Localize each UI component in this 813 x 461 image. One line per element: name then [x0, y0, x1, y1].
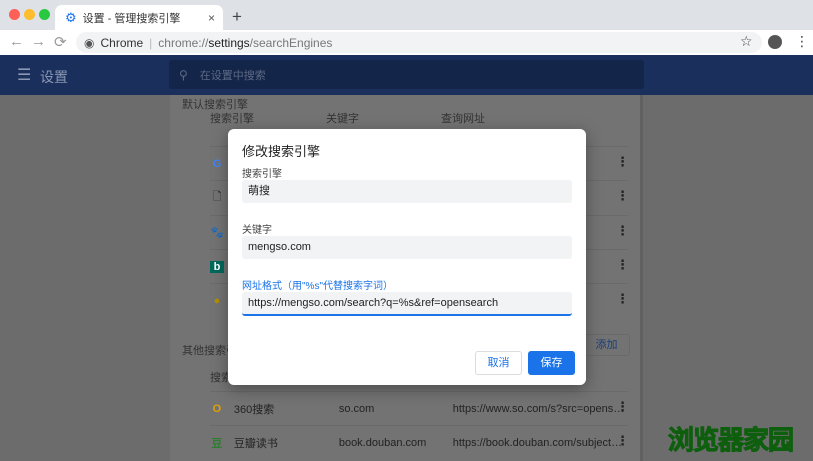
engine-icon: ● — [210, 295, 224, 307]
site-label: Chrome — [100, 36, 143, 50]
table-row[interactable]: 豆 豆瓣读书book.douban.comhttps://book.douban… — [210, 425, 628, 459]
engine-url: https://www.so.com/s?src=opensea... — [453, 403, 628, 415]
engine-name: 360搜索 — [234, 401, 339, 417]
more-actions-icon[interactable]: ⋮ — [616, 257, 629, 273]
engine-keyword: so.com — [339, 403, 453, 415]
close-window-button[interactable] — [9, 9, 20, 20]
page-icon: 🗋 — [210, 188, 224, 207]
chrome-icon: ◉ — [84, 36, 94, 50]
browser-menu-icon[interactable]: ⋮ — [795, 33, 809, 50]
save-button[interactable]: 保存 — [528, 351, 575, 375]
column-header-keyword: 关键字 — [326, 110, 441, 126]
more-actions-icon[interactable]: ⋮ — [616, 291, 629, 307]
tab-title: 设置 - 管理搜索引擎 — [83, 10, 181, 26]
watermark: 浏览器家园 — [668, 420, 793, 457]
url-input[interactable]: https://mengso.com/search?q=%s&ref=opens… — [242, 292, 572, 316]
baidu-icon: 🐾 — [210, 226, 224, 239]
cancel-button[interactable]: 取消 — [475, 351, 522, 375]
google-icon: G — [210, 158, 224, 170]
keyword-label: 关键字 — [242, 221, 272, 236]
menu-icon[interactable]: ☰ — [17, 65, 31, 85]
table-header: 搜索引擎关键字查询网址 — [210, 109, 628, 127]
search-placeholder: 在设置中搜索 — [200, 67, 266, 83]
maximize-window-button[interactable] — [39, 9, 50, 20]
column-header-engine: 搜索引擎 — [210, 110, 326, 126]
more-actions-icon[interactable]: ⋮ — [616, 223, 629, 239]
bing-icon: b — [210, 261, 224, 273]
url-text: chrome://settings/searchEngines — [158, 36, 332, 50]
address-bar[interactable]: ◉ Chrome | chrome://settings/searchEngin… — [76, 32, 762, 53]
360-icon: O — [210, 403, 224, 415]
toolbar: ← → ⟳ ◉ Chrome | chrome://settings/searc… — [0, 30, 813, 55]
account-icon[interactable] — [768, 35, 782, 49]
back-button[interactable]: ← — [9, 33, 24, 50]
settings-search-input[interactable]: ⚲ 在设置中搜索 — [169, 60, 644, 89]
douban-icon: 豆 — [210, 435, 224, 451]
more-actions-icon[interactable]: ⋮ — [616, 433, 629, 449]
forward-button[interactable]: → — [31, 33, 46, 50]
engine-url: https://book.douban.com/subject_s... — [453, 437, 628, 449]
edit-search-engine-dialog: 修改搜索引擎 搜索引擎 萌搜 关键字 mengso.com 网址格式（用"%s"… — [228, 129, 586, 385]
more-actions-icon[interactable]: ⋮ — [616, 154, 629, 170]
engine-keyword: book.douban.com — [339, 437, 453, 449]
tab-settings[interactable]: ⚙ 设置 - 管理搜索引擎 × — [55, 5, 223, 30]
more-actions-icon[interactable]: ⋮ — [616, 188, 629, 204]
engine-name-input[interactable]: 萌搜 — [242, 180, 572, 203]
page-title: 设置 — [40, 67, 68, 87]
close-tab-icon[interactable]: × — [208, 11, 215, 25]
bookmark-star-icon[interactable]: ☆ — [740, 33, 753, 50]
engine-label: 搜索引擎 — [242, 165, 282, 180]
dialog-title: 修改搜索引擎 — [242, 141, 320, 160]
table-row[interactable]: O 360搜索so.comhttps://www.so.com/s?src=op… — [210, 391, 628, 425]
scrollbar[interactable] — [640, 95, 643, 461]
more-actions-icon[interactable]: ⋮ — [616, 399, 629, 415]
reload-button[interactable]: ⟳ — [54, 33, 67, 51]
settings-header: ☰ 设置 ⚲ 在设置中搜索 — [0, 55, 813, 95]
engine-name: 豆瓣读书 — [234, 435, 339, 451]
column-header-url: 查询网址 — [441, 110, 618, 126]
keyword-input[interactable]: mengso.com — [242, 236, 572, 259]
search-icon: ⚲ — [179, 68, 188, 82]
gear-icon: ⚙ — [65, 10, 77, 26]
url-label: 网址格式（用"%s"代替搜索字词） — [242, 277, 393, 292]
add-engine-button[interactable]: 添加 — [583, 334, 630, 356]
minimize-window-button[interactable] — [24, 9, 35, 20]
new-tab-button[interactable]: + — [232, 7, 242, 27]
tab-bar: ⚙ 设置 - 管理搜索引擎 × + — [0, 0, 813, 30]
